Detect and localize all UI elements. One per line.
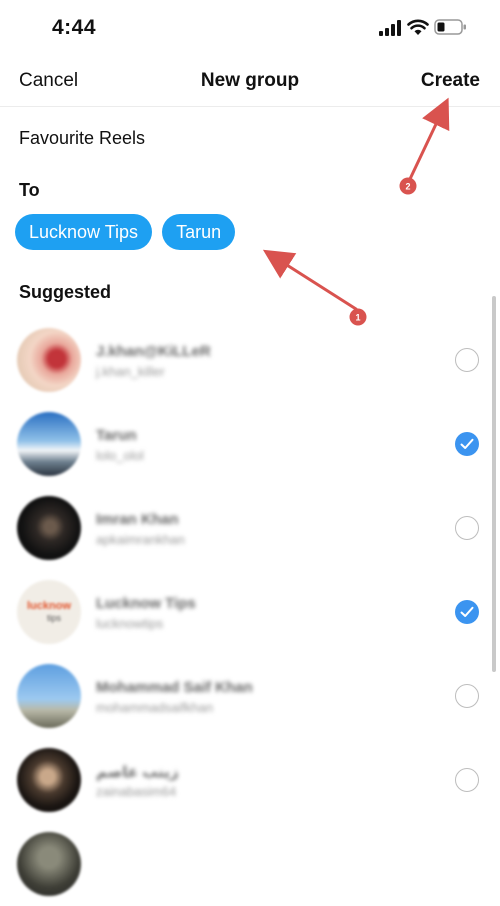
avatar bbox=[17, 748, 81, 812]
wifi-icon bbox=[407, 19, 429, 35]
select-radio[interactable] bbox=[455, 768, 479, 792]
avatar bbox=[17, 664, 81, 728]
select-radio-checked[interactable] bbox=[455, 432, 479, 456]
contact-handle: zainabasim64 bbox=[96, 784, 177, 799]
group-name-field[interactable]: Favourite Reels bbox=[19, 128, 145, 149]
contact-name: J.khan@KiLLeR bbox=[96, 343, 211, 360]
suggested-heading: Suggested bbox=[19, 282, 112, 302]
avatar-logo-text: lucknow bbox=[27, 600, 72, 612]
contact-name: Mohammad Saif Khan bbox=[96, 679, 253, 696]
create-button[interactable]: Create bbox=[421, 70, 480, 92]
annotation-number-2: 2 bbox=[405, 182, 410, 192]
select-radio[interactable] bbox=[455, 684, 479, 708]
avatar-logo-subtext: tips bbox=[47, 613, 62, 623]
cellular-signal-icon bbox=[379, 20, 401, 36]
list-item[interactable]: Tarun lolo_olol bbox=[0, 402, 500, 486]
battery-icon bbox=[434, 19, 466, 35]
avatar bbox=[17, 496, 81, 560]
annotation-arrow-1 bbox=[262, 249, 358, 311]
annotation-badge-2: 2 bbox=[399, 177, 417, 195]
contact-handle: j.khan_killer bbox=[96, 364, 165, 379]
list-item-partial[interactable] bbox=[0, 822, 500, 906]
select-radio-checked[interactable] bbox=[455, 600, 479, 624]
annotation-arrow-2 bbox=[408, 97, 450, 181]
contact-name: Tarun bbox=[96, 427, 137, 444]
recipient-chips: Lucknow Tips Tarun bbox=[15, 214, 236, 250]
list-item[interactable]: J.khan@KiLLeR j.khan_killer bbox=[0, 318, 500, 402]
contact-name: Imran Khan bbox=[96, 511, 179, 528]
contact-name: زینب عاصم bbox=[96, 764, 179, 781]
contact-handle: mohammadsaifkhan bbox=[96, 700, 214, 715]
contact-handle: apkaimrankhan bbox=[96, 532, 185, 547]
recipient-chip-lucknow-tips[interactable]: Lucknow Tips bbox=[15, 214, 153, 250]
to-label: To bbox=[19, 180, 40, 200]
avatar bbox=[17, 328, 81, 392]
select-radio[interactable] bbox=[455, 348, 479, 372]
avatar bbox=[17, 832, 81, 896]
scrollbar[interactable] bbox=[492, 296, 496, 672]
status-bar: 4:44 bbox=[0, 0, 500, 56]
checkmark-icon bbox=[460, 438, 474, 449]
nav-bar: New group Cancel Create bbox=[0, 56, 500, 107]
list-item[interactable]: Imran Khan apkaimrankhan bbox=[0, 486, 500, 570]
list-item[interactable]: lucknow tips Lucknow Tips lucknowtips bbox=[0, 570, 500, 654]
contact-name: Lucknow Tips bbox=[96, 595, 196, 612]
list-item[interactable]: Mohammad Saif Khan mohammadsaifkhan bbox=[0, 654, 500, 738]
recipient-chip-tarun[interactable]: Tarun bbox=[162, 214, 236, 250]
status-time: 4:44 bbox=[52, 16, 97, 39]
contact-handle: lucknowtips bbox=[96, 616, 164, 631]
avatar bbox=[17, 412, 81, 476]
checkmark-icon bbox=[460, 606, 474, 617]
avatar: lucknow tips bbox=[17, 580, 81, 644]
list-item[interactable]: زینب عاصم zainabasim64 bbox=[0, 738, 500, 822]
contact-handle: lolo_olol bbox=[96, 448, 144, 463]
select-radio[interactable] bbox=[455, 516, 479, 540]
cancel-button[interactable]: Cancel bbox=[19, 70, 78, 92]
